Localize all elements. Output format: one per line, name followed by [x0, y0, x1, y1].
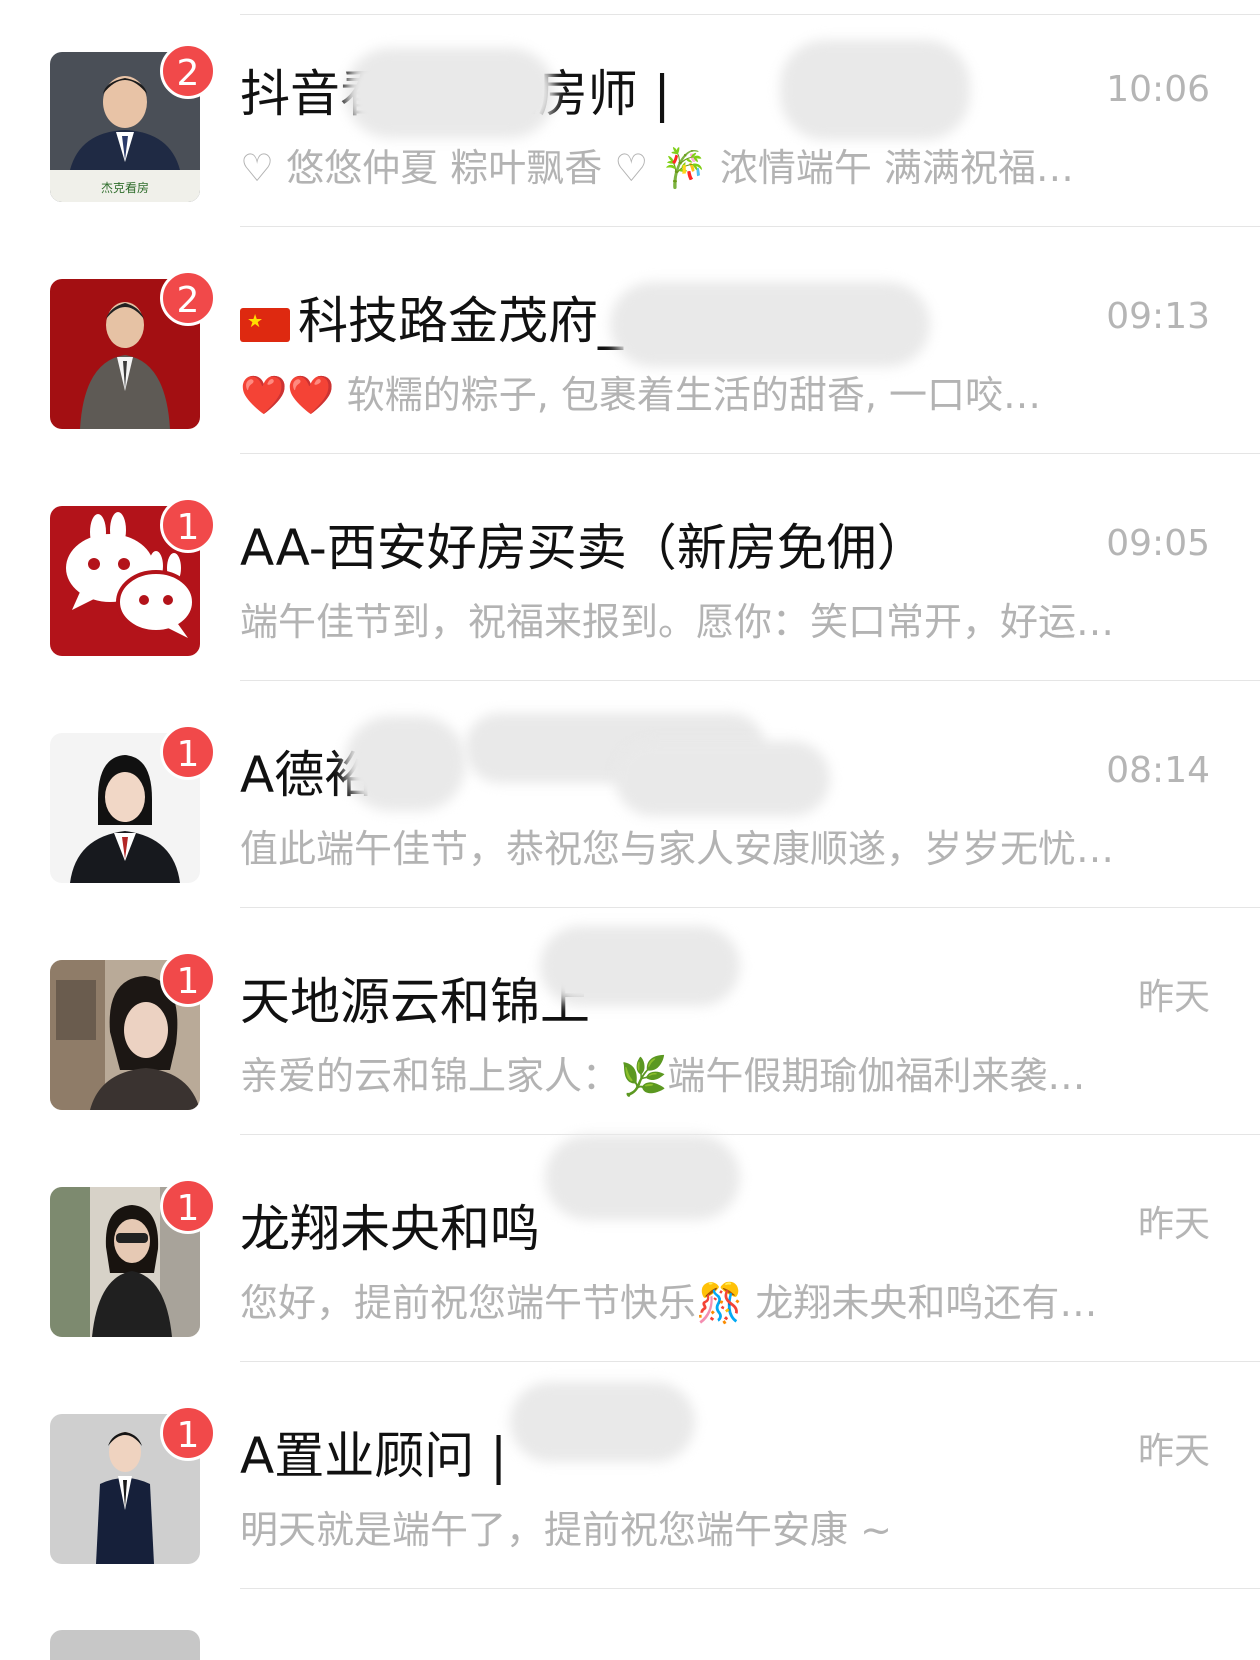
- chat-time: 昨天: [1137, 1431, 1210, 1472]
- chat-title: AA-西安好房买卖（新房免佣）: [240, 519, 927, 577]
- chat-title: A置业顾问 |: [240, 1427, 507, 1485]
- unread-badge: 1: [160, 724, 216, 780]
- chat-time: 昨天: [1137, 977, 1210, 1018]
- chat-row[interactable]: 1 A德裕 08:14 值此端午佳节，恭祝您与家人安康顺遂，岁岁无忧…: [0, 681, 1260, 908]
- unread-badge: 1: [160, 497, 216, 553]
- redaction-blur: [615, 741, 830, 816]
- chat-row[interactable]: 1 AA-西安好房买卖（新房免佣） 09:05 端午佳节到，祝福来报到。愿你：笑…: [0, 454, 1260, 681]
- avatar-caption: 杰克看房: [101, 180, 149, 195]
- redaction-blur: [540, 926, 740, 1006]
- chat-time: 10:06: [1106, 69, 1210, 110]
- chat-title: 天地源云和锦上: [240, 973, 590, 1031]
- chat-preview: 明天就是端午了，提前祝您端午安康 ~: [240, 1508, 892, 1552]
- chat-row[interactable]: 1 龙翔未央和鸣 昨天 您好，提前祝您端午节快乐🎊 龙翔未央和鸣还有…: [0, 1135, 1260, 1362]
- chat-row[interactable]: 1 A置业顾问 | 昨天 明天就是端午了，提前祝您端午安康 ~: [0, 1362, 1260, 1589]
- unread-badge: 2: [160, 270, 216, 326]
- unread-badge: 1: [160, 951, 216, 1007]
- chat-preview: ❤️❤️ 软糯的粽子, 包裹着生活的甜香, 一口咬…: [240, 373, 1042, 417]
- chat-title-text: 科技路金茂府_: [298, 292, 623, 350]
- chat-title: 龙翔未央和鸣: [240, 1200, 540, 1258]
- unread-badge: 2: [160, 43, 216, 99]
- redaction-blur: [345, 48, 555, 138]
- chat-row[interactable]: 2 ★ 科技路金茂府_ 09:13 ❤️❤️ 软糯的粽子, 包裹着生活的甜香, 一…: [0, 227, 1260, 454]
- next-avatar-partial[interactable]: [50, 1630, 200, 1660]
- chat-row[interactable]: 杰克看房 2 抖音看房 · 选房师 | 10:06 ♡ 悠悠仲夏 粽叶飘香 ♡ …: [0, 0, 1260, 227]
- redaction-blur: [780, 40, 970, 140]
- chat-preview: 亲爱的云和锦上家人：🌿端午假期瑜伽福利来袭…: [240, 1054, 1086, 1098]
- chat-time: 昨天: [1137, 1204, 1210, 1245]
- chat-time: 09:05: [1106, 523, 1210, 564]
- row-divider: [240, 1588, 1260, 1589]
- unread-badge: 1: [160, 1178, 216, 1234]
- chat-preview: 端午佳节到，祝福来报到。愿你：笑口常开，好运…: [240, 600, 1115, 644]
- redaction-blur: [610, 282, 930, 367]
- chat-preview: 您好，提前祝您端午节快乐🎊 龙翔未央和鸣还有…: [240, 1281, 1098, 1325]
- chat-preview: ♡ 悠悠仲夏 粽叶飘香 ♡ 🎋 浓情端午 满满祝福…: [240, 146, 1074, 190]
- redaction-blur: [545, 1135, 740, 1220]
- china-flag-icon: ★: [240, 307, 290, 342]
- chat-time: 09:13: [1106, 296, 1210, 337]
- chat-title: ★ 科技路金茂府_: [240, 289, 623, 353]
- unread-badge: 1: [160, 1405, 216, 1461]
- chat-time: 08:14: [1106, 750, 1210, 791]
- chat-row[interactable]: 1 天地源云和锦上 昨天 亲爱的云和锦上家人：🌿端午假期瑜伽福利来袭…: [0, 908, 1260, 1135]
- redaction-blur: [510, 1382, 695, 1462]
- chat-preview: 值此端午佳节，恭祝您与家人安康顺遂，岁岁无忧…: [240, 827, 1115, 871]
- redaction-blur: [345, 716, 465, 811]
- chat-list: 杰克看房 2 抖音看房 · 选房师 | 10:06 ♡ 悠悠仲夏 粽叶飘香 ♡ …: [0, 0, 1260, 1645]
